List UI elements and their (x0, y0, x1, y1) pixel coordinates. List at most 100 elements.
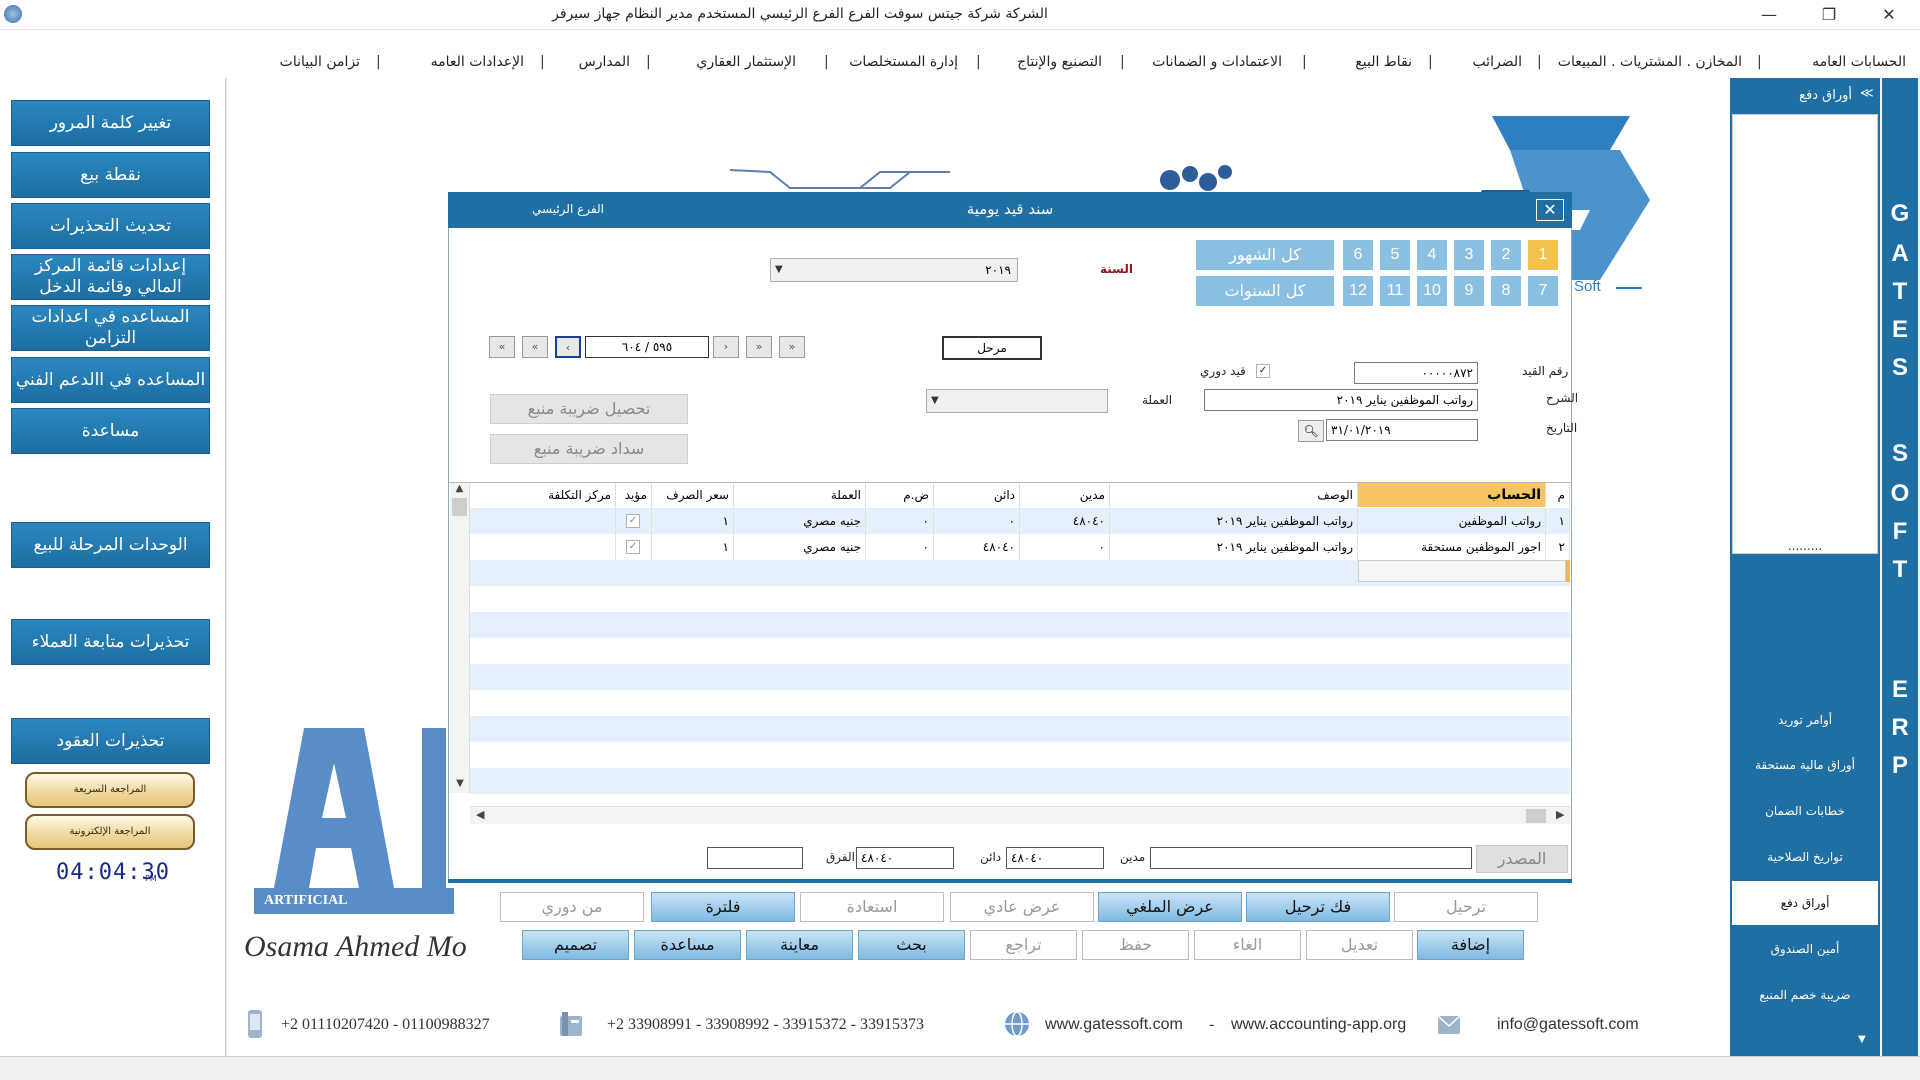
add-button[interactable]: إضافة (1417, 930, 1524, 960)
save-button[interactable]: حفظ (1082, 930, 1189, 960)
month-button-1[interactable]: 1 (1528, 240, 1558, 270)
scroll-down-icon[interactable]: ▼ (1858, 1034, 1866, 1045)
rp-item-cashier[interactable]: أمين الصندوق (1732, 927, 1878, 971)
menu-extracts[interactable]: إدارة المستخلصات (849, 54, 958, 70)
show-cancelled-button[interactable]: عرض الملغي (1098, 892, 1242, 922)
month-button-3[interactable]: 3 (1454, 240, 1484, 270)
menu-real-estate[interactable]: الإستثمار العقاري (696, 54, 796, 70)
tech-support-button[interactable]: المساعده في االدعم الفني (11, 357, 210, 403)
footer-website2[interactable]: www.accounting-app.org (1231, 1016, 1406, 1034)
rp-item-supply-orders[interactable]: أوامر توريد (1732, 698, 1878, 742)
change-password-button[interactable]: تغيير كلمة المرور (11, 100, 210, 146)
date-search-icon[interactable]: 🔍︎ (1298, 420, 1324, 442)
all-months-button[interactable]: كل الشهور (1196, 240, 1334, 270)
cell-description[interactable]: رواتب الموظفين يناير ٢٠١٩ (1110, 508, 1358, 534)
cell-vat[interactable]: ٠ (866, 508, 934, 534)
rp-item-expiry-dates[interactable]: تواريخ الصلاحية (1732, 835, 1878, 879)
menu-credits[interactable]: الاعتمادات و الضمانات (1152, 54, 1282, 70)
col-cost-center[interactable]: مركز التكلفة (470, 483, 616, 507)
month-button-8[interactable]: 8 (1491, 276, 1521, 306)
nav-next-page-button[interactable]: » (746, 336, 772, 358)
menu-data-sync[interactable]: تزامن البيانات (280, 54, 360, 70)
cell-currency[interactable]: جنيه مصري (734, 534, 866, 560)
month-button-6[interactable]: 6 (1343, 240, 1373, 270)
month-button-12[interactable]: 12 (1343, 276, 1373, 306)
menu-general-settings[interactable]: الإعدادات العامه (431, 54, 524, 70)
undo-button[interactable]: تراجع (970, 930, 1077, 960)
month-button-10[interactable]: 10 (1417, 276, 1447, 306)
cell-account[interactable]: اجور الموظفين مستحقة (1358, 534, 1546, 560)
footer-email[interactable]: info@gatessoft.com (1497, 1016, 1639, 1034)
table-row[interactable]: ١ رواتب الموظفين رواتب الموظفين يناير ٢٠… (470, 508, 1570, 534)
rp-item-payment-papers[interactable]: أوراق دفع (1732, 881, 1878, 925)
source-field[interactable] (1150, 847, 1472, 869)
help-button[interactable]: مساعدة (11, 408, 210, 454)
design-button[interactable]: تصميم (522, 930, 629, 960)
currency-select[interactable]: ▼ (926, 389, 1108, 413)
date-field[interactable]: ٣١/٠١/٢٠١٩ (1326, 419, 1478, 441)
rp-item-guarantee-letters[interactable]: خطابات الضمان (1732, 789, 1878, 833)
unpost-button[interactable]: فك ترحيل (1246, 892, 1390, 922)
month-button-11[interactable]: 11 (1380, 276, 1410, 306)
quick-review-button[interactable]: المراجعة السريعة (25, 772, 195, 808)
rp-item-due-securities[interactable]: أوراق مالية مستحقة (1732, 743, 1878, 787)
cell-description[interactable]: رواتب الموظفين يناير ٢٠١٩ (1110, 534, 1358, 560)
pay-withholding-tax-button[interactable]: سداد ضريبة منبع (490, 434, 688, 464)
nav-last-button[interactable]: » (779, 336, 805, 358)
nav-prev-page-button[interactable]: « (522, 336, 548, 358)
cell-cost-center[interactable] (470, 534, 616, 560)
grid-hscroll[interactable]: ◀ ▶ (470, 806, 1570, 824)
menu-schools[interactable]: المدارس (579, 54, 630, 70)
from-periodic-button[interactable]: من دوري (500, 892, 644, 922)
preview-button[interactable]: معاينة (746, 930, 853, 960)
rp-item-withholding-tax[interactable]: ضريبة خصم المنبع (1732, 973, 1878, 1017)
month-button-5[interactable]: 5 (1380, 240, 1410, 270)
menu-general-accounts[interactable]: الحسابات العامه (1812, 54, 1906, 70)
financial-statements-settings-button[interactable]: إعدادات قائمة المركز المالي وقائمة الدخل (11, 254, 210, 300)
month-button-7[interactable]: 7 (1528, 276, 1558, 306)
post-button[interactable]: ترحيل (1394, 892, 1538, 922)
entry-no-field[interactable]: ٠٠٠٠٠٨٧٢ (1354, 362, 1478, 384)
cell-debit[interactable]: ٤٨٠٤٠ (1020, 508, 1110, 534)
grid-vscroll[interactable]: ▲ ▼ (450, 483, 470, 793)
filter-button[interactable]: فلترة (651, 892, 795, 922)
approved-checkbox[interactable]: ✓ (626, 514, 640, 528)
all-years-button[interactable]: كل السنوات (1196, 276, 1334, 306)
cell-cost-center[interactable] (470, 508, 616, 534)
contract-alerts-button[interactable]: تحذيرات العقود (11, 718, 210, 764)
units-for-sale-button[interactable]: الوحدات المرحلة للبيع (11, 522, 210, 568)
collect-withholding-tax-button[interactable]: تحصيل ضريبة منبع (490, 394, 688, 424)
nav-first-button[interactable]: « (489, 336, 515, 358)
menu-manufacturing[interactable]: التصنيع والإنتاج (1017, 54, 1102, 70)
restore-button[interactable]: استعادة (800, 892, 944, 922)
col-currency[interactable]: العملة (734, 483, 866, 507)
menu-inventory[interactable]: المخازن . المشتريات . المبيعات (1558, 54, 1742, 70)
dialog-close-button[interactable]: ✕ (1536, 199, 1564, 221)
col-credit[interactable]: دائن (934, 483, 1020, 507)
close-window-button[interactable]: ✕ (1866, 0, 1912, 30)
cell-credit[interactable]: ٤٨٠٤٠ (934, 534, 1020, 560)
approved-checkbox[interactable]: ✓ (626, 540, 640, 554)
dialog-help-button[interactable]: مساعدة (634, 930, 741, 960)
edit-button[interactable]: تعديل (1306, 930, 1413, 960)
cancel-button[interactable]: الغاء (1194, 930, 1301, 960)
cell-currency[interactable]: جنيه مصري (734, 508, 866, 534)
nav-prev-button[interactable]: ‹ (555, 336, 581, 358)
periodic-checkbox[interactable]: ✓ (1256, 364, 1270, 378)
month-button-9[interactable]: 9 (1454, 276, 1484, 306)
year-select[interactable]: ٢٠١٩ ▼ (770, 258, 1018, 282)
source-button[interactable]: المصدر (1476, 845, 1568, 873)
search-button[interactable]: بحث (858, 930, 965, 960)
pos-button[interactable]: نقطة بيع (11, 152, 210, 198)
table-row[interactable]: ٢ اجور الموظفين مستحقة رواتب الموظفين ين… (470, 534, 1570, 560)
footer-website1[interactable]: www.gatessoft.com (1045, 1016, 1183, 1034)
cell-vat[interactable]: ٠ (866, 534, 934, 560)
cell-account[interactable]: رواتب الموظفين (1358, 508, 1546, 534)
empty-rows[interactable] (470, 560, 1570, 794)
cell-exchange-rate[interactable]: ١ (652, 508, 734, 534)
menu-taxes[interactable]: الضرائب (1472, 54, 1522, 70)
new-row-account-editor[interactable] (1358, 560, 1566, 582)
menu-pos[interactable]: نقاط البيع (1355, 54, 1412, 70)
customer-alerts-button[interactable]: تحذيرات متابعة العملاء (11, 619, 210, 665)
col-vat[interactable]: ض.م (866, 483, 934, 507)
